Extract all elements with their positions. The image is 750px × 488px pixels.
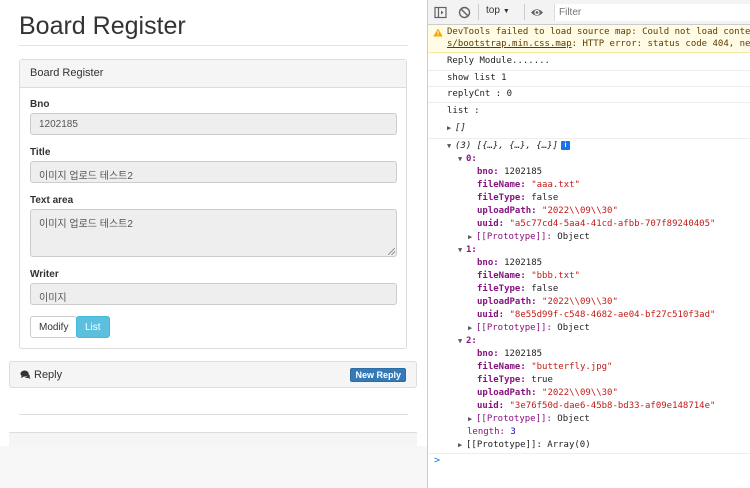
page-bottom-area	[0, 446, 427, 488]
log-separator	[428, 102, 750, 103]
register-panel: Board Register Bno 1202185 Title 이미지 업로드…	[19, 59, 407, 349]
array-item-row[interactable]: ▼ 0:	[458, 154, 477, 164]
context-value: top	[486, 5, 500, 16]
property-row: fileType: false	[477, 193, 559, 203]
expand-arrow-icon[interactable]: ▶	[458, 441, 466, 449]
property-row: fileType: true	[477, 375, 553, 385]
expanded-array-row[interactable]: ▼ (3) [{…}, {…}, {…}] i	[447, 141, 570, 151]
new-reply-button[interactable]: New Reply	[350, 368, 406, 382]
prototype-row[interactable]: ▶ [[Prototype]]: Object	[468, 323, 590, 333]
panel-heading: Board Register	[20, 60, 406, 88]
textarea-resize-handle[interactable]	[388, 248, 395, 255]
console-toolbar: top ▼	[428, 0, 750, 25]
web-page: Board Register Board Register Bno 120218…	[0, 0, 427, 488]
divider	[19, 414, 408, 415]
log-separator	[428, 86, 750, 87]
page-title: Board Register	[19, 12, 186, 40]
console-log-line: Reply Module.......	[447, 56, 550, 66]
reply-panel: Reply New Reply	[9, 361, 417, 388]
collapse-arrow-icon[interactable]: ▼	[458, 246, 466, 254]
log-separator	[428, 453, 750, 454]
expand-arrow-icon[interactable]: ▶	[468, 233, 476, 241]
array-item-row[interactable]: ▼ 2:	[458, 336, 477, 346]
list-button[interactable]: List	[76, 316, 110, 338]
eye-icon[interactable]	[530, 6, 544, 19]
property-row: uploadPath: "2022\\09\\30"	[477, 388, 618, 398]
expand-arrow-icon[interactable]: ▶	[468, 324, 476, 332]
length-row: length: 3	[467, 427, 516, 437]
content-textarea[interactable]: 이미지 업로드 테스트2	[30, 209, 397, 257]
collapse-arrow-icon[interactable]: ▼	[447, 142, 455, 150]
context-selector[interactable]: top ▼	[486, 5, 510, 16]
property-row: bno: 1202185	[477, 349, 543, 359]
sidebar-toggle-icon[interactable]	[434, 6, 447, 19]
reply-label: Reply	[34, 369, 63, 381]
toolbar-separator	[524, 4, 525, 20]
content-text: 이미지 업로드 테스트2	[39, 219, 133, 230]
property-row: fileName: "butterfly.jpg"	[477, 362, 613, 372]
console-filter-input[interactable]	[554, 4, 750, 21]
prototype-row[interactable]: ▶ [[Prototype]]: Object	[468, 232, 590, 242]
property-row: uuid: "a5c77cd4-5aa4-41cd-afbb-707f89240…	[477, 219, 716, 229]
dropdown-caret-icon: ▼	[502, 8, 510, 15]
array-item-row[interactable]: ▼ 1:	[458, 245, 477, 255]
prototype-row[interactable]: ▶ [[Prototype]]: Object	[468, 414, 590, 424]
source-map-link[interactable]: s/bootstrap.min.css.map	[447, 39, 572, 49]
log-separator	[428, 70, 750, 71]
console-log-line: list :	[447, 106, 480, 116]
devtools-console: top▼ DevTools failed to load source map:…	[427, 0, 750, 488]
array-prototype-row[interactable]: ▶ [[Prototype]]: Array(0)	[458, 440, 591, 450]
toolbar-separator	[478, 4, 479, 20]
property-row: bno: 1202185	[477, 167, 543, 177]
collapsed-array-row[interactable]: ▶[]	[447, 123, 466, 133]
writer-input[interactable]: 이미지	[30, 283, 397, 305]
log-separator	[428, 138, 750, 139]
title-input[interactable]: 이미지 업로드 테스트2	[30, 161, 397, 183]
property-row: fileName: "bbb.txt"	[477, 271, 580, 281]
console-log-line: show list 1	[447, 73, 507, 83]
collapse-arrow-icon[interactable]: ▼	[458, 155, 466, 163]
content-label: Text area	[30, 195, 74, 206]
title-label: Title	[30, 147, 51, 158]
warning-text: DevTools failed to load source map: Coul…	[447, 27, 750, 37]
property-row: uuid: "8e55d99f-c548-4682-ae04-bf27c510f…	[477, 310, 716, 320]
expand-arrow-icon[interactable]: ▶	[447, 124, 455, 132]
expand-arrow-icon[interactable]: ▶	[468, 415, 476, 423]
console-log-line: replyCnt : 0	[447, 89, 513, 99]
source-map-warning: DevTools failed to load source map: Coul…	[428, 25, 750, 53]
property-row: uploadPath: "2022\\09\\30"	[477, 206, 618, 216]
property-row: fileName: "aaa.txt"	[477, 180, 580, 190]
clear-console-icon[interactable]	[458, 6, 471, 19]
property-row: bno: 1202185	[477, 258, 543, 268]
collapse-arrow-icon[interactable]: ▼	[458, 337, 466, 345]
writer-label: Writer	[30, 269, 59, 280]
info-icon: i	[560, 141, 570, 150]
title-divider	[19, 45, 408, 46]
property-row: uuid: "3e76f50d-dae6-45b8-bd33-af09e1487…	[477, 401, 716, 411]
console-prompt[interactable]: >	[434, 455, 440, 466]
bno-input[interactable]: 1202185	[30, 113, 397, 135]
modify-button[interactable]: Modify	[30, 316, 78, 338]
warning-icon	[433, 28, 443, 37]
warning-text-rest: : HTTP error: status code 404, ne	[571, 39, 750, 49]
comments-icon	[20, 370, 31, 380]
property-row: uploadPath: "2022\\09\\30"	[477, 297, 618, 307]
bno-label: Bno	[30, 99, 50, 110]
property-row: fileType: false	[477, 284, 559, 294]
